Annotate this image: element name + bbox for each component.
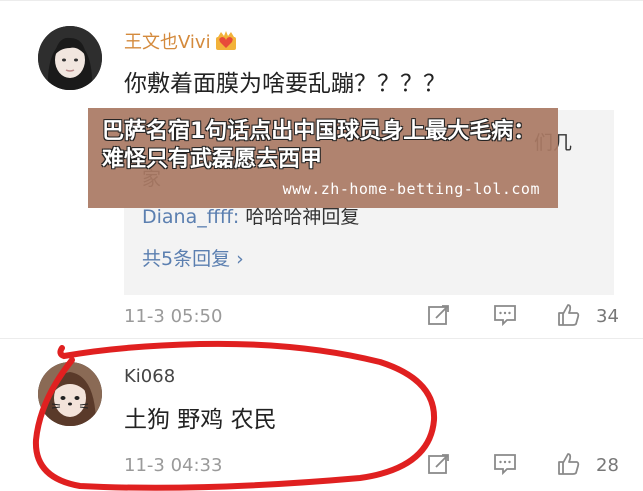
- top-divider: [0, 0, 643, 7]
- like-count: 34: [596, 306, 619, 327]
- comment-text: 你敷着面膜为啥要乱蹦？？？？: [124, 71, 446, 97]
- banner-url[interactable]: www.zh-home-betting-lol.com: [283, 180, 540, 198]
- avatar[interactable]: [38, 362, 102, 426]
- vip-heart-badge-icon: [215, 31, 237, 51]
- comment-divider: [0, 338, 643, 339]
- more-replies-link[interactable]: 共5条回复 ›: [142, 244, 244, 271]
- comment-time: 11-3 05:50: [124, 306, 223, 327]
- reply-author[interactable]: Diana_ffff:: [142, 206, 239, 228]
- comment-text: 土狗 野鸡 农民: [124, 407, 277, 433]
- reply-content: 哈哈哈神回复: [239, 206, 360, 228]
- comment-time: 11-3 04:33: [124, 455, 223, 476]
- share-icon[interactable]: [426, 302, 452, 330]
- username[interactable]: 王文也Vivi: [124, 28, 237, 54]
- like-count: 28: [596, 455, 619, 476]
- username-text[interactable]: 王文也Vivi: [124, 32, 211, 53]
- comment-icon[interactable]: [492, 302, 518, 330]
- comment-footer: 11-3 04:33 28: [124, 451, 643, 481]
- comment-footer: 11-3 05:50 34: [124, 302, 643, 332]
- share-icon[interactable]: [426, 451, 452, 479]
- comment-icon[interactable]: [492, 451, 518, 479]
- overlay-banner[interactable]: 巴萨名宿1句话点出中国球员身上最大毛病：难怪只有武磊愿去西甲 www.zh-ho…: [88, 108, 558, 208]
- username[interactable]: Ki068: [124, 366, 175, 387]
- thumbs-up-icon[interactable]: [556, 451, 582, 479]
- avatar[interactable]: [38, 26, 102, 90]
- thumbs-up-icon[interactable]: [556, 302, 582, 330]
- comment-item: Ki068 土狗 野鸡 农民 11-3 04:33 28: [0, 348, 643, 491]
- banner-title[interactable]: 巴萨名宿1句话点出中国球员身上最大毛病：难怪只有武磊愿去西甲: [102, 118, 552, 174]
